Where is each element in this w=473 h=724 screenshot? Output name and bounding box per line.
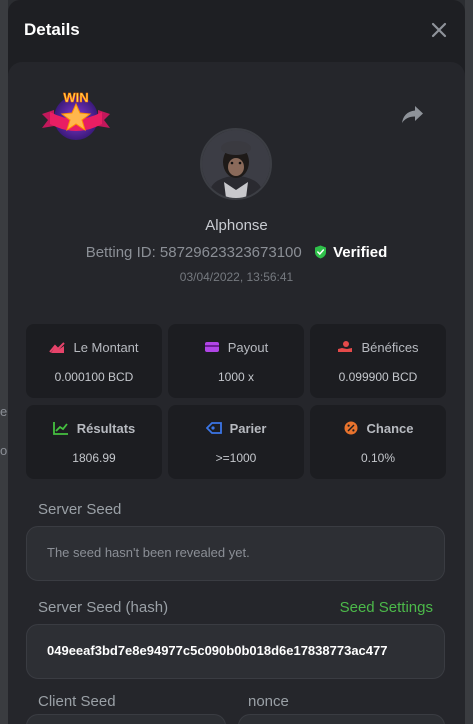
server-seed-hash-value: 049eeaf3bd7e8e94977c5c090b0b018d6e178387… xyxy=(47,643,388,658)
stat-profit: Bénéfices 0.099900 BCD xyxy=(310,324,446,398)
stat-amount: Le Montant 0.000100 BCD xyxy=(26,324,162,398)
details-modal: Details WIN Alphonse Betting ID: 5872962… xyxy=(8,0,465,724)
percent-icon xyxy=(344,421,358,435)
stat-payout: Payout 1000 x xyxy=(168,324,304,398)
stat-bet-value: >=1000 xyxy=(215,451,257,465)
betting-id-row: Betting ID: 58729623323673100 Verified xyxy=(8,244,465,261)
stat-chance-value: 0.10% xyxy=(360,451,396,465)
stat-result: Résultats 1806.99 xyxy=(26,405,162,479)
stat-chance: Chance 0.10% xyxy=(310,405,446,479)
username: Alphonse xyxy=(205,217,268,234)
stat-profit-value: 0.099900 BCD xyxy=(338,370,418,384)
avatar-image xyxy=(202,130,270,198)
bet-timestamp: 03/04/2022, 13:56:41 xyxy=(179,270,294,284)
share-button[interactable] xyxy=(401,104,425,126)
win-badge-icon: WIN xyxy=(42,90,110,140)
chart-icon xyxy=(52,422,68,435)
stat-payout-label: Payout xyxy=(227,340,269,355)
client-seed-label: Client Seed xyxy=(38,693,116,710)
server-seed-value: The seed hasn't been revealed yet. xyxy=(47,545,250,560)
background-peek-text: e xyxy=(0,404,8,419)
modal-title: Details xyxy=(24,20,80,39)
client-seed-field[interactable] xyxy=(26,714,226,724)
server-seed-field: The seed hasn't been revealed yet. xyxy=(26,526,445,581)
server-seed-hash-label: Server Seed (hash) xyxy=(38,599,169,616)
stat-result-value: 1806.99 xyxy=(72,451,116,465)
close-icon xyxy=(431,22,447,38)
share-icon xyxy=(402,106,423,123)
card-icon xyxy=(204,342,219,352)
server-seed-hash-field[interactable]: 049eeaf3bd7e8e94977c5c090b0b018d6e178387… xyxy=(26,624,445,679)
bet-detail-card: WIN Alphonse Betting ID: 587296233236731… xyxy=(8,62,465,724)
stat-bet: Parier >=1000 xyxy=(168,405,304,479)
stat-chance-label: Chance xyxy=(366,421,414,436)
background-peek-text: o xyxy=(0,443,8,458)
stat-bet-label: Parier xyxy=(229,421,267,436)
nonce-field[interactable] xyxy=(238,714,445,724)
modal-header: Details xyxy=(8,0,465,62)
amount-icon xyxy=(49,342,66,353)
verified-label: Verified xyxy=(333,244,388,261)
stat-amount-label: Le Montant xyxy=(73,340,139,355)
stat-profit-label: Bénéfices xyxy=(361,340,419,355)
background-page-left xyxy=(0,0,8,724)
verified-shield-icon xyxy=(314,245,326,259)
server-seed-label: Server Seed xyxy=(38,501,122,518)
tag-icon xyxy=(205,422,222,434)
nonce-label: nonce xyxy=(248,693,289,710)
stat-payout-value: 1000 x xyxy=(217,370,255,384)
stat-result-label: Résultats xyxy=(76,421,136,436)
close-button[interactable] xyxy=(429,20,449,40)
background-page-right xyxy=(465,0,473,724)
betting-id: Betting ID: 58729623323673100 xyxy=(85,244,302,261)
profit-hand-icon xyxy=(338,341,353,352)
win-badge-text: WIN xyxy=(63,90,88,105)
avatar xyxy=(200,128,272,200)
seed-settings-link[interactable]: Seed Settings xyxy=(340,599,433,616)
stat-amount-value: 0.000100 BCD xyxy=(54,370,134,384)
